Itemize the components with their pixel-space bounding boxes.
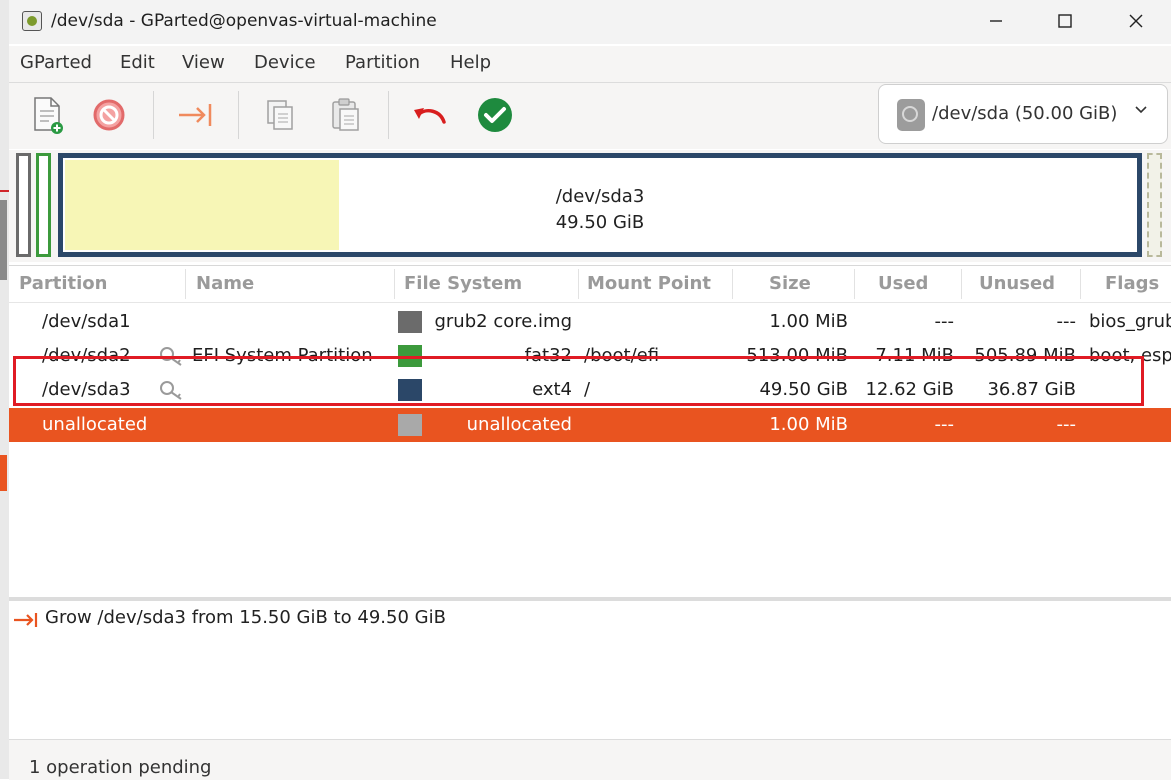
table-header: Partition Name File System Mount Point S… [9, 266, 1171, 303]
cell-size: 1.00 MiB [769, 414, 848, 435]
close-button[interactable] [1113, 6, 1159, 38]
device-selector[interactable]: /dev/sda (50.00 GiB) [878, 84, 1168, 144]
partition-table: Partition Name File System Mount Point S… [9, 265, 1171, 596]
cell-unused: 36.87 GiB [987, 379, 1076, 400]
cell-partition: unallocated [42, 414, 148, 435]
cell-used: 12.62 GiB [865, 379, 954, 400]
toolbar-separator [388, 91, 389, 139]
cell-size: 49.50 GiB [759, 379, 848, 400]
cell-file-system: unallocated [466, 414, 572, 435]
cell-name: EFI System Partition [192, 345, 373, 366]
table-row-selected[interactable]: unallocated unallocated 1.00 MiB --- --- [9, 408, 1171, 442]
cell-partition: /dev/sda3 [42, 379, 131, 400]
pending-operations-pane: Grow /dev/sda3 from 15.50 GiB to 49.50 G… [9, 601, 1171, 737]
cell-used: 7.11 MiB [875, 345, 954, 366]
graph-partition-size: 49.50 GiB [555, 212, 645, 233]
menu-view[interactable]: View [182, 52, 225, 73]
menu-device[interactable]: Device [254, 52, 316, 73]
cell-unused: 505.89 MiB [974, 345, 1076, 366]
filesystem-color-swatch [398, 311, 422, 333]
column-header-mount-point[interactable]: Mount Point [587, 273, 711, 294]
toolbar-separator [153, 91, 154, 139]
cell-file-system: fat32 [524, 345, 572, 366]
column-header-size[interactable]: Size [769, 273, 811, 294]
status-bar: 1 operation pending [9, 739, 1171, 780]
cell-file-system: grub2 core.img [434, 311, 572, 332]
menu-edit[interactable]: Edit [120, 52, 155, 73]
background-mark [0, 455, 7, 491]
undo-icon [414, 108, 446, 124]
cell-flags: boot, esp [1089, 345, 1171, 366]
menu-help[interactable]: Help [450, 52, 491, 73]
column-header-name[interactable]: Name [196, 273, 254, 294]
cell-unused: --- [1056, 311, 1077, 332]
filesystem-color-swatch [398, 345, 422, 367]
graph-unallocated[interactable] [1147, 153, 1162, 257]
toolbar: /dev/sda (50.00 GiB) [9, 83, 1171, 149]
cell-file-system: ext4 [532, 379, 572, 400]
minimize-icon [990, 20, 1002, 22]
hard-disk-icon [897, 99, 925, 131]
apply-checkmark-icon [478, 98, 512, 132]
column-header-file-system[interactable]: File System [404, 273, 522, 294]
cell-unused: --- [1056, 414, 1077, 435]
chevron-down-icon [1133, 101, 1149, 122]
maximize-button[interactable] [1042, 6, 1088, 38]
resize-move-button[interactable] [173, 93, 217, 137]
delete-icon [93, 99, 125, 131]
window-title: /dev/sda - GParted@openvas-virtual-machi… [51, 11, 437, 31]
new-partition-icon [34, 97, 63, 134]
column-header-flags[interactable]: Flags [1105, 273, 1159, 294]
paste-button[interactable] [323, 93, 367, 137]
close-icon [1129, 14, 1143, 28]
copy-icon [267, 100, 293, 130]
background-mark [0, 200, 7, 280]
filesystem-color-swatch [398, 414, 422, 436]
cell-mount-point: / [584, 379, 591, 400]
gparted-window: /dev/sda - GParted@openvas-virtual-machi… [9, 0, 1171, 780]
filesystem-color-swatch [398, 379, 422, 401]
pending-operation-text: Grow /dev/sda3 from 15.50 GiB to 49.50 G… [45, 607, 446, 628]
cell-partition: /dev/sda1 [42, 311, 131, 332]
key-icon [159, 345, 185, 367]
cell-used: --- [934, 311, 955, 332]
apply-button[interactable] [473, 93, 517, 137]
toolbar-separator [238, 91, 239, 139]
status-text: 1 operation pending [29, 757, 212, 778]
undo-button[interactable] [408, 93, 452, 137]
graph-partition-sda3[interactable]: /dev/sda3 49.50 GiB [58, 153, 1142, 257]
menu-partition[interactable]: Partition [345, 52, 420, 73]
cell-mount-point: /boot/efi [584, 345, 660, 366]
delete-button[interactable] [87, 93, 131, 137]
cell-used: --- [934, 414, 955, 435]
graph-partition-sda2[interactable] [36, 153, 51, 257]
table-row[interactable]: /dev/sda3 ext4 / 49.50 GiB 12.62 GiB 36.… [9, 373, 1171, 407]
cell-flags: bios_grub [1089, 311, 1171, 332]
graph-partition-name: /dev/sda3 [555, 186, 645, 207]
menu-bar: GParted Edit View Device Partition Help [9, 46, 1171, 83]
table-row[interactable]: /dev/sda2 EFI System Partition fat32 /bo… [9, 339, 1171, 373]
minimize-button[interactable] [973, 6, 1019, 38]
column-header-used[interactable]: Used [878, 273, 928, 294]
paste-icon [332, 98, 359, 131]
menu-gparted[interactable]: GParted [20, 52, 92, 73]
background-mark [0, 190, 9, 192]
maximize-icon [1058, 14, 1072, 28]
cell-size: 1.00 MiB [769, 311, 848, 332]
title-bar: /dev/sda - GParted@openvas-virtual-machi… [9, 0, 1171, 44]
resize-move-icon [179, 104, 212, 126]
device-selector-label: /dev/sda (50.00 GiB) [932, 103, 1118, 124]
new-partition-button[interactable] [25, 93, 69, 137]
key-icon [159, 379, 185, 401]
column-header-partition[interactable]: Partition [19, 273, 107, 294]
graph-partition-sda1[interactable] [16, 153, 31, 257]
resize-move-icon [13, 611, 39, 633]
copy-button[interactable] [258, 93, 302, 137]
cell-size: 513.00 MiB [746, 345, 848, 366]
table-row[interactable]: /dev/sda1 grub2 core.img 1.00 MiB --- --… [9, 305, 1171, 339]
cell-partition: /dev/sda2 [42, 345, 131, 366]
column-header-unused[interactable]: Unused [979, 273, 1055, 294]
partition-graph: /dev/sda3 49.50 GiB [9, 150, 1171, 262]
gparted-app-icon [22, 11, 42, 31]
